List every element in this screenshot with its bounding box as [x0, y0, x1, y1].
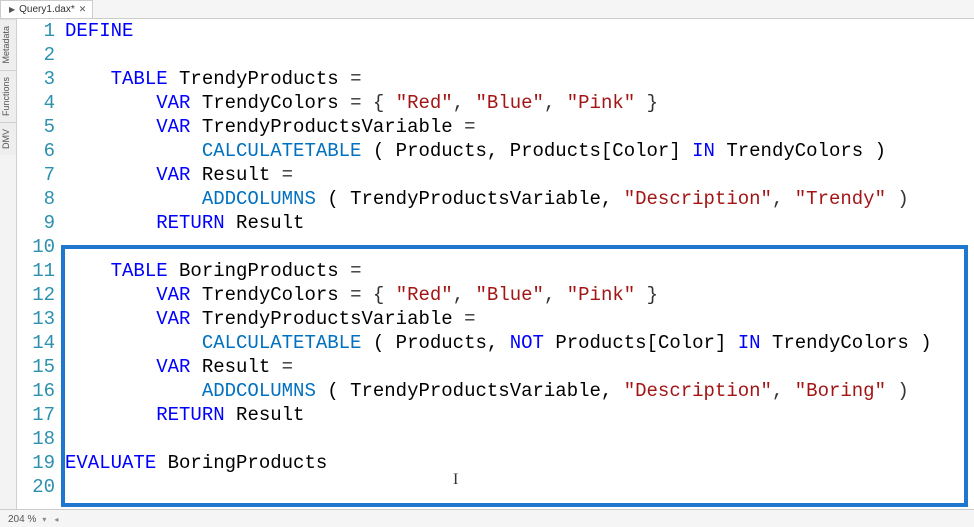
- code-text[interactable]: [65, 427, 974, 451]
- line-number: 14: [17, 331, 65, 355]
- code-line[interactable]: 16 ADDCOLUMNS ( TrendyProductsVariable, …: [17, 379, 974, 403]
- sidebar-item-functions[interactable]: Functions: [0, 70, 16, 122]
- side-tabs: Metadata Functions DMV: [0, 19, 17, 509]
- line-number: 19: [17, 451, 65, 475]
- code-text[interactable]: EVALUATE BoringProducts: [65, 451, 974, 475]
- line-number: 8: [17, 187, 65, 211]
- code-editor[interactable]: 1DEFINE23 TABLE TrendyProducts =4 VAR Tr…: [17, 19, 974, 509]
- tab-bar: ▶ Query1.dax* ✕: [0, 0, 974, 19]
- line-number: 15: [17, 355, 65, 379]
- code-line[interactable]: 5 VAR TrendyProductsVariable =: [17, 115, 974, 139]
- code-line[interactable]: 8 ADDCOLUMNS ( TrendyProductsVariable, "…: [17, 187, 974, 211]
- code-line[interactable]: 12 VAR TrendyColors = { "Red", "Blue", "…: [17, 283, 974, 307]
- line-number: 18: [17, 427, 65, 451]
- code-text[interactable]: VAR TrendyColors = { "Red", "Blue", "Pin…: [65, 91, 974, 115]
- code-line[interactable]: 9 RETURN Result: [17, 211, 974, 235]
- zoom-level[interactable]: 204 %: [8, 514, 36, 525]
- code-text[interactable]: TABLE TrendyProducts =: [65, 67, 974, 91]
- code-text[interactable]: ADDCOLUMNS ( TrendyProductsVariable, "De…: [65, 187, 974, 211]
- code-line[interactable]: 15 VAR Result =: [17, 355, 974, 379]
- code-line[interactable]: 18: [17, 427, 974, 451]
- line-number: 5: [17, 115, 65, 139]
- code-line[interactable]: 3 TABLE TrendyProducts =: [17, 67, 974, 91]
- code-text[interactable]: VAR TrendyProductsVariable =: [65, 307, 974, 331]
- code-text[interactable]: RETURN Result: [65, 403, 974, 427]
- code-line[interactable]: 7 VAR Result =: [17, 163, 974, 187]
- code-text[interactable]: [65, 235, 974, 259]
- close-icon[interactable]: ✕: [79, 4, 87, 15]
- code-line[interactable]: 20: [17, 475, 974, 499]
- line-number: 16: [17, 379, 65, 403]
- line-number: 13: [17, 307, 65, 331]
- line-number: 11: [17, 259, 65, 283]
- code-line[interactable]: 19EVALUATE BoringProducts: [17, 451, 974, 475]
- code-text[interactable]: VAR TrendyColors = { "Red", "Blue", "Pin…: [65, 283, 974, 307]
- code-line[interactable]: 10: [17, 235, 974, 259]
- line-number: 1: [17, 19, 65, 43]
- code-text[interactable]: RETURN Result: [65, 211, 974, 235]
- line-number: 6: [17, 139, 65, 163]
- zoom-dropdown-icon[interactable]: ▾: [42, 515, 46, 524]
- line-number: 17: [17, 403, 65, 427]
- code-text[interactable]: DEFINE: [65, 19, 974, 43]
- status-arrow-left-icon[interactable]: ◂: [54, 515, 58, 524]
- code-text[interactable]: VAR TrendyProductsVariable =: [65, 115, 974, 139]
- sidebar-item-metadata[interactable]: Metadata: [0, 19, 16, 70]
- code-text[interactable]: TABLE BoringProducts =: [65, 259, 974, 283]
- code-text[interactable]: VAR Result =: [65, 355, 974, 379]
- code-line[interactable]: 2: [17, 43, 974, 67]
- code-text[interactable]: [65, 475, 974, 499]
- tab-title: Query1.dax*: [19, 4, 75, 15]
- line-number: 20: [17, 475, 65, 499]
- code-line[interactable]: 6 CALCULATETABLE ( Products, Products[Co…: [17, 139, 974, 163]
- line-number: 3: [17, 67, 65, 91]
- line-number: 10: [17, 235, 65, 259]
- code-line[interactable]: 13 VAR TrendyProductsVariable =: [17, 307, 974, 331]
- code-block[interactable]: 1DEFINE23 TABLE TrendyProducts =4 VAR Tr…: [17, 19, 974, 499]
- code-line[interactable]: 1DEFINE: [17, 19, 974, 43]
- workspace: Metadata Functions DMV 1DEFINE23 TABLE T…: [0, 19, 974, 509]
- code-line[interactable]: 14 CALCULATETABLE ( Products, NOT Produc…: [17, 331, 974, 355]
- code-text[interactable]: [65, 43, 974, 67]
- line-number: 9: [17, 211, 65, 235]
- code-text[interactable]: CALCULATETABLE ( Products, Products[Colo…: [65, 139, 974, 163]
- code-text[interactable]: CALCULATETABLE ( Products, NOT Products[…: [65, 331, 974, 355]
- sidebar-item-dmv[interactable]: DMV: [0, 122, 16, 155]
- line-number: 7: [17, 163, 65, 187]
- tab-query1[interactable]: ▶ Query1.dax* ✕: [0, 0, 93, 18]
- code-text[interactable]: ADDCOLUMNS ( TrendyProductsVariable, "De…: [65, 379, 974, 403]
- code-line[interactable]: 11 TABLE BoringProducts =: [17, 259, 974, 283]
- code-text[interactable]: VAR Result =: [65, 163, 974, 187]
- line-number: 4: [17, 91, 65, 115]
- code-line[interactable]: 17 RETURN Result: [17, 403, 974, 427]
- code-line[interactable]: 4 VAR TrendyColors = { "Red", "Blue", "P…: [17, 91, 974, 115]
- status-bar: 204 % ▾ ◂: [0, 509, 974, 527]
- line-number: 2: [17, 43, 65, 67]
- tab-glyph-icon: ▶: [9, 5, 15, 14]
- line-number: 12: [17, 283, 65, 307]
